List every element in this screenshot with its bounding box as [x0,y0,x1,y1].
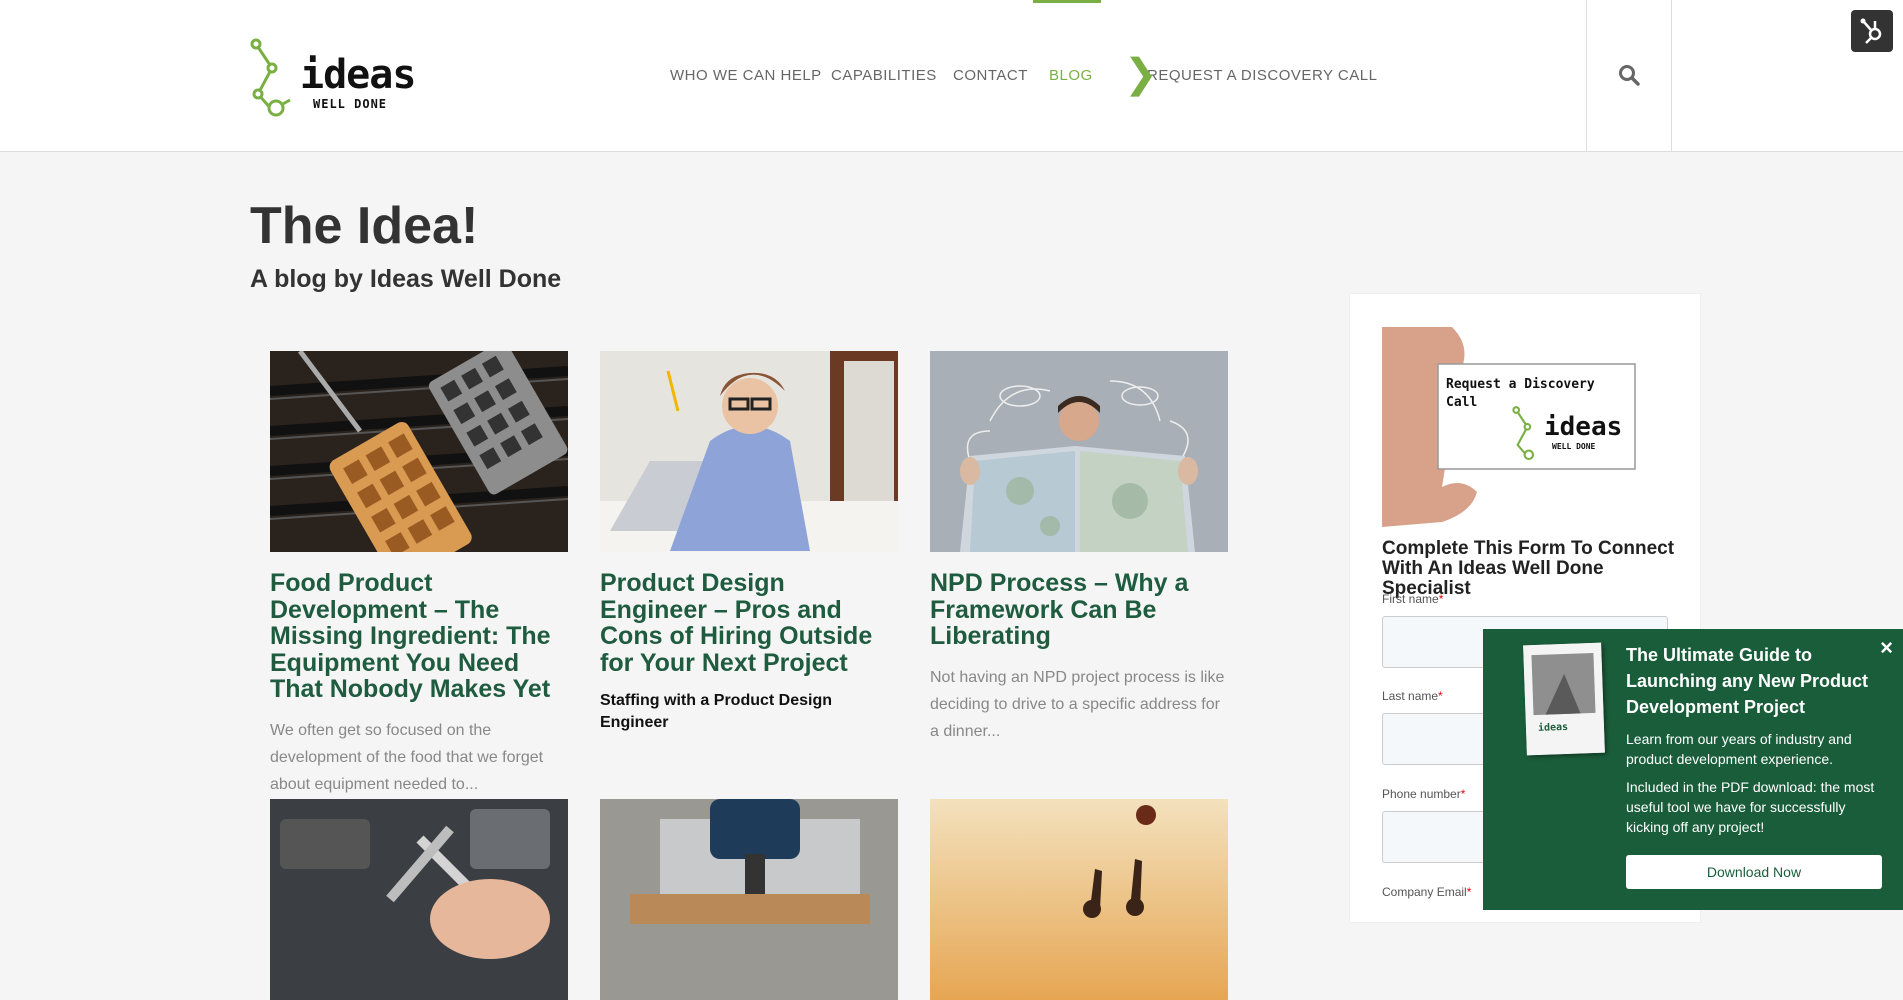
post-excerpt: We often get so focused on the developme… [270,721,544,793]
popup-included-text: Included in the PDF download: the most u… [1626,779,1875,835]
guide-cover-image: ideas [1523,642,1605,756]
guide-download-popup: × ideas The Ultimate Guide to Launching … [1483,629,1903,910]
post-thumbnail[interactable] [600,799,898,1000]
post-excerpt: Staffing with a Product Design Engineer [600,692,833,731]
guide-cover-logo: ideas [1538,721,1569,734]
company-email-label: Company Email* [1382,885,1472,899]
post-thumbnail[interactable] [270,799,568,1000]
hubspot-chat-icon[interactable] [1851,10,1893,52]
nav-capabilities[interactable]: CAPABILITIES [831,67,937,84]
card-text-line-1: Request a Discovery [1446,377,1595,392]
post-thumbnail[interactable] [930,351,1228,552]
post-title[interactable]: Product Design Engineer – Pros and Cons … [600,570,898,676]
last-name-label: Last name* [1382,689,1443,703]
close-icon[interactable]: × [1880,635,1893,661]
post-excerpt: Not having an NPD project process is lik… [930,668,1225,740]
discovery-call-card-image: Request a Discovery Call ideas WELL DONE [1382,327,1670,527]
blog-post-card[interactable] [270,799,568,1000]
blog-post-card[interactable]: NPD Process – Why a Framework Can Be Lib… [930,351,1228,745]
post-thumbnail[interactable] [270,351,568,552]
blog-post-card[interactable]: Product Design Engineer – Pros and Cons … [600,351,898,734]
first-name-label: First name* [1382,592,1444,606]
phone-number-label: Phone number* [1382,787,1466,801]
search-icon[interactable] [1618,64,1640,86]
page-title: The Idea! [250,197,479,255]
logo-tagline: WELL DONE [313,97,388,111]
header-divider [1586,0,1587,152]
card-logo-word: ideas [1544,412,1622,442]
card-logo-tagline: WELL DONE [1552,442,1596,451]
nav-contact[interactable]: CONTACT [953,67,1028,84]
active-nav-indicator [1033,0,1101,3]
post-title[interactable]: NPD Process – Why a Framework Can Be Lib… [930,570,1228,650]
post-thumbnail[interactable] [600,351,898,552]
logo-wordmark: ideas [300,52,416,98]
post-thumbnail[interactable] [930,799,1228,1000]
nav-request-discovery-call[interactable]: REQUEST A DISCOVERY CALL [1147,67,1377,84]
header-divider [1671,0,1672,152]
download-now-button[interactable]: Download Now [1626,855,1882,889]
popup-title: The Ultimate Guide to Launching any New … [1626,645,1869,717]
site-header: ideas WELL DONE WHO WE CAN HELP CAPABILI… [0,0,1903,152]
blog-post-card[interactable] [600,799,898,1000]
form-heading: Complete This Form To Connect With An Id… [1382,538,1675,599]
post-title[interactable]: Food Product Development – The Missing I… [270,570,568,703]
card-text-line-2: Call [1446,395,1477,410]
nav-blog[interactable]: BLOG [1049,67,1093,84]
blog-post-card[interactable] [930,799,1228,1000]
site-logo[interactable]: ideas WELL DONE [250,34,416,118]
chevron-right-icon: ❯ [1124,52,1158,96]
popup-description: Learn from our years of industry and pro… [1626,731,1852,767]
nav-who-we-can-help[interactable]: WHO WE CAN HELP [670,67,822,84]
blog-post-card[interactable]: Food Product Development – The Missing I… [270,351,568,798]
page-subtitle: A blog by Ideas Well Done [250,265,562,293]
